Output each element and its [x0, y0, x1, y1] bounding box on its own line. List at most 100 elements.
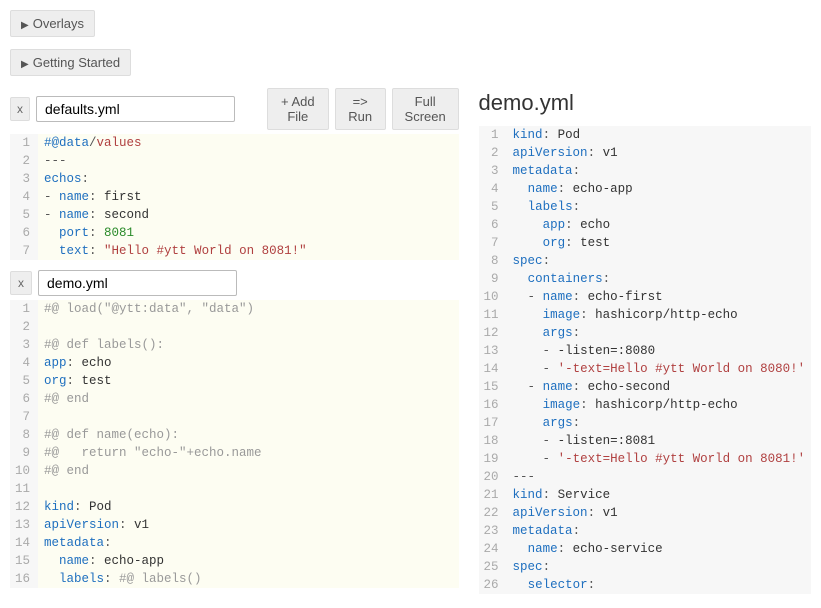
code-line: - name: first — [38, 188, 459, 206]
file-block-1: x 1#@ load("@ytt:data", "data")2 3#@ def… — [10, 270, 459, 588]
line-number: 19 — [479, 450, 507, 468]
line-number: 3 — [10, 336, 38, 354]
code-line: metadata: — [507, 522, 811, 540]
line-number: 4 — [10, 188, 38, 206]
code-line: apiVersion: v1 — [507, 504, 811, 522]
overlays-label: Overlays — [33, 16, 84, 31]
code-line: echos: — [38, 170, 459, 188]
close-file-button[interactable]: x — [10, 271, 32, 295]
line-number: 14 — [10, 534, 38, 552]
code-line: image: hashicorp/http-echo — [507, 306, 811, 324]
line-number: 11 — [479, 306, 507, 324]
run-button[interactable]: => Run — [335, 88, 386, 130]
line-number: 12 — [10, 498, 38, 516]
code-line: #@ load("@ytt:data", "data") — [38, 300, 459, 318]
code-line: port: 8081 — [38, 224, 459, 242]
line-number: 15 — [479, 378, 507, 396]
code-line — [38, 318, 459, 336]
add-file-button[interactable]: + Add File — [267, 88, 329, 130]
code-line: - name: echo-second — [507, 378, 811, 396]
code-line: args: — [507, 414, 811, 432]
line-number: 13 — [479, 342, 507, 360]
code-line: name: echo-app — [38, 552, 459, 570]
fullscreen-button[interactable]: Full Screen — [392, 88, 459, 130]
line-number: 1 — [479, 126, 507, 144]
line-number: 2 — [10, 318, 38, 336]
file-block-0: x + Add File => Run Full Screen 1#@data/… — [10, 88, 459, 260]
line-number: 23 — [479, 522, 507, 540]
line-number: 13 — [10, 516, 38, 534]
line-number: 12 — [479, 324, 507, 342]
line-number: 20 — [479, 468, 507, 486]
overlays-toggle[interactable]: ▶ Overlays — [10, 10, 95, 37]
code-line: app: echo — [38, 354, 459, 372]
code-line: labels: #@ labels() — [38, 570, 459, 588]
code-line: apiVersion: v1 — [38, 516, 459, 534]
code-line: #@ end — [38, 462, 459, 480]
code-line — [38, 408, 459, 426]
line-number: 4 — [10, 354, 38, 372]
line-number: 2 — [10, 152, 38, 170]
line-number: 7 — [479, 234, 507, 252]
code-line: kind: Pod — [38, 498, 459, 516]
output-column: demo.yml 1kind: Pod2apiVersion: v13metad… — [479, 88, 811, 598]
line-number: 18 — [479, 432, 507, 450]
triangle-right-icon: ▶ — [21, 20, 29, 31]
code-line: #@ def labels(): — [38, 336, 459, 354]
line-number: 15 — [10, 552, 38, 570]
getting-started-toggle[interactable]: ▶Getting Started — [10, 49, 131, 76]
code-line: metadata: — [38, 534, 459, 552]
code-line: metadata: — [507, 162, 811, 180]
line-number: 7 — [10, 408, 38, 426]
code-line: --- — [38, 152, 459, 170]
code-line: kind: Pod — [507, 126, 811, 144]
input-column: x + Add File => Run Full Screen 1#@data/… — [10, 88, 459, 598]
code-line: app: echo — [507, 216, 811, 234]
line-number: 6 — [10, 390, 38, 408]
line-number: 5 — [10, 372, 38, 390]
code-line: spec: — [507, 252, 811, 270]
code-line: --- — [507, 468, 811, 486]
code-line: #@ def name(echo): — [38, 426, 459, 444]
code-line: name: echo-app — [507, 180, 811, 198]
line-number: 6 — [10, 224, 38, 242]
line-number: 6 — [479, 216, 507, 234]
code-line: containers: — [507, 270, 811, 288]
line-number: 4 — [479, 180, 507, 198]
code-line — [38, 480, 459, 498]
line-number: 24 — [479, 540, 507, 558]
code-line: image: hashicorp/http-echo — [507, 396, 811, 414]
filename-input[interactable] — [36, 96, 235, 122]
code-line: #@ end — [38, 390, 459, 408]
line-number: 3 — [10, 170, 38, 188]
code-line: - -listen=:8081 — [507, 432, 811, 450]
filename-input[interactable] — [38, 270, 237, 296]
code-line: - -listen=:8080 — [507, 342, 811, 360]
line-number: 17 — [479, 414, 507, 432]
line-number: 16 — [479, 396, 507, 414]
code-line: kind: Service — [507, 486, 811, 504]
line-number: 8 — [479, 252, 507, 270]
code-line: #@data/values — [38, 134, 459, 152]
code-editor[interactable]: 1#@ load("@ytt:data", "data")2 3#@ def l… — [10, 300, 459, 588]
line-number: 10 — [479, 288, 507, 306]
line-number: 7 — [10, 242, 38, 260]
output-title: demo.yml — [479, 90, 811, 116]
code-line: apiVersion: v1 — [507, 144, 811, 162]
code-line: org: test — [507, 234, 811, 252]
code-line: - '-text=Hello #ytt World on 8080!' — [507, 360, 811, 378]
close-file-button[interactable]: x — [10, 97, 30, 121]
code-line: - name: echo-first — [507, 288, 811, 306]
line-number: 9 — [479, 270, 507, 288]
line-number: 21 — [479, 486, 507, 504]
code-line: args: — [507, 324, 811, 342]
line-number: 25 — [479, 558, 507, 576]
code-editor[interactable]: 1#@data/values2---3echos:4- name: first5… — [10, 134, 459, 260]
line-number: 11 — [10, 480, 38, 498]
line-number: 2 — [479, 144, 507, 162]
line-number: 5 — [10, 206, 38, 224]
code-line: org: test — [38, 372, 459, 390]
code-line: name: echo-service — [507, 540, 811, 558]
line-number: 3 — [479, 162, 507, 180]
line-number: 22 — [479, 504, 507, 522]
